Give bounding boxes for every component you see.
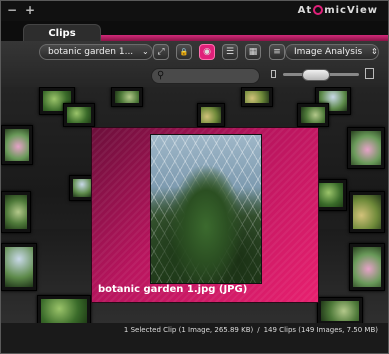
- chevron-down-icon: ⌄: [142, 47, 149, 56]
- grid-view-button[interactable]: ▦: [245, 44, 261, 60]
- list-view-button[interactable]: ☰: [222, 44, 238, 60]
- clip-thumbnail[interactable]: [1, 243, 37, 291]
- record-icon: ◉: [203, 47, 211, 57]
- search-icon: ⚲: [157, 70, 165, 81]
- lock-icon: 🔒: [179, 48, 189, 56]
- clip-thumbnail[interactable]: [349, 243, 385, 291]
- align-left-icon: ≡: [273, 47, 281, 57]
- zoom-slider-handle[interactable]: [302, 69, 331, 81]
- clip-thumbnail[interactable]: [197, 103, 225, 127]
- lock-button[interactable]: 🔒: [176, 44, 192, 60]
- clip-thumbnail[interactable]: [317, 297, 363, 323]
- app-window: − + At micView Clips botanic garden 1... …: [0, 0, 389, 354]
- clip-thumbnail[interactable]: [315, 179, 347, 211]
- logo-text-right: micView: [324, 5, 378, 16]
- cover-flow-area[interactable]: botanic garden 1.jpg (JPG): [1, 87, 388, 323]
- clip-thumbnail[interactable]: [241, 87, 273, 107]
- clip-thumbnail[interactable]: [63, 103, 95, 127]
- toolbar: botanic garden 1... ⌄ ⤢ 🔒 ◉ ☰ ▦ ≡ Image …: [1, 41, 388, 87]
- clip-thumbnail[interactable]: [111, 87, 143, 107]
- maximize-button[interactable]: +: [25, 4, 35, 16]
- clip-thumbnail[interactable]: [297, 103, 329, 127]
- status-separator: /: [257, 326, 260, 334]
- fullscreen-button[interactable]: ⤢: [153, 44, 169, 60]
- updown-arrows-icon: ⇕: [371, 47, 378, 56]
- status-text: 1 Selected Clip (1 Image, 265.89 KB)/149…: [124, 326, 378, 334]
- list-view-icon: ☰: [225, 47, 235, 57]
- clip-thumbnail[interactable]: [1, 125, 33, 165]
- collection-dropdown-value: botanic garden 1...: [48, 47, 134, 57]
- selected-clip-image: [150, 134, 262, 284]
- grid-view-icon: ▦: [248, 47, 258, 57]
- selected-clip-preview[interactable]: botanic garden 1.jpg (JPG): [91, 127, 319, 303]
- tab-clips[interactable]: Clips: [23, 24, 101, 41]
- atom-logo-icon: [313, 5, 324, 15]
- status-bar: 1 Selected Clip (1 Image, 265.89 KB)/149…: [1, 323, 388, 353]
- clip-totals: 149 Clips (149 Images, 7.50 MB): [263, 326, 378, 334]
- selection-summary: 1 Selected Clip (1 Image, 265.89 KB): [123, 326, 254, 334]
- view-mode-dropdown-value: Image Analysis: [294, 47, 363, 57]
- tab-row: Clips: [1, 21, 388, 41]
- selected-clip-caption: botanic garden 1.jpg (JPG): [98, 284, 248, 295]
- fullscreen-icon: ⤢: [157, 47, 165, 57]
- record-button[interactable]: ◉: [199, 44, 215, 60]
- title-bar: − + At micView: [1, 1, 388, 21]
- logo-text-left: At: [297, 5, 313, 16]
- collection-dropdown[interactable]: botanic garden 1... ⌄: [39, 44, 153, 60]
- zoom-in-icon[interactable]: [365, 68, 374, 79]
- clip-thumbnail[interactable]: [37, 295, 91, 323]
- view-mode-dropdown[interactable]: Image Analysis ⇕: [285, 44, 379, 60]
- app-logo: At micView: [298, 5, 378, 16]
- zoom-out-icon[interactable]: [271, 70, 276, 78]
- clip-thumbnail[interactable]: [347, 127, 385, 169]
- clip-thumbnail[interactable]: [1, 191, 31, 233]
- minimize-button[interactable]: −: [7, 4, 17, 16]
- clip-thumbnail[interactable]: [349, 191, 385, 233]
- search-field[interactable]: ⚲: [151, 68, 260, 84]
- search-input[interactable]: [170, 70, 254, 82]
- align-button[interactable]: ≡: [269, 44, 285, 60]
